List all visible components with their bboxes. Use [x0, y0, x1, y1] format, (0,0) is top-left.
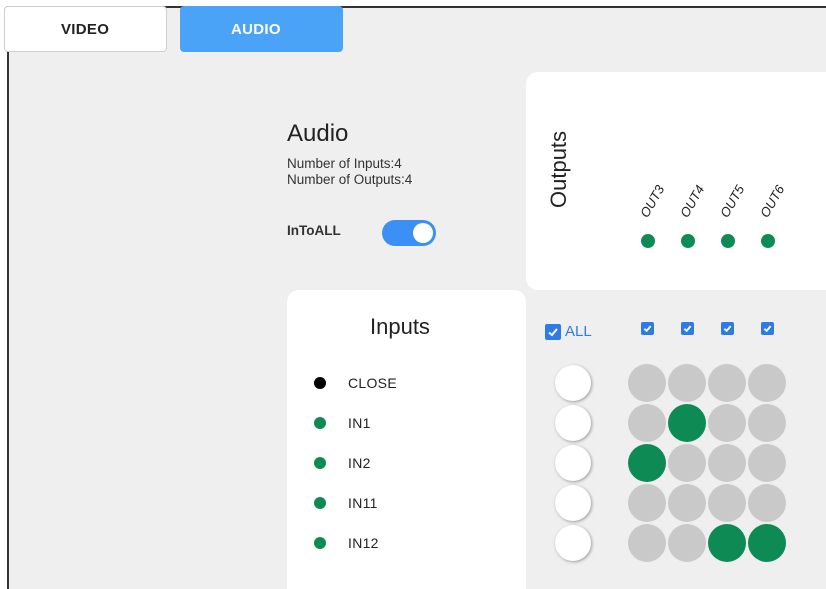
- matrix-cell[interactable]: [708, 444, 746, 482]
- matrix-cell[interactable]: [708, 484, 746, 522]
- intoall-label: InToALL: [287, 223, 341, 238]
- intoall-toggle[interactable]: [382, 220, 436, 246]
- input-status-dot-icon: [314, 377, 326, 389]
- number-of-outputs: Number of Outputs:4: [287, 172, 413, 187]
- input-status-dot-icon: [314, 497, 326, 509]
- tab-video[interactable]: VIDEO: [4, 6, 167, 52]
- matrix-cell[interactable]: [628, 404, 666, 442]
- row-select-button[interactable]: [555, 525, 591, 561]
- number-of-inputs: Number of Inputs:4: [287, 156, 402, 171]
- output-status-dot-icon: [641, 234, 655, 248]
- column-checkbox-out3[interactable]: [641, 322, 654, 335]
- toggle-knob: [413, 223, 433, 243]
- matrix-cell[interactable]: [628, 524, 666, 562]
- row-select-button[interactable]: [555, 365, 591, 401]
- input-label-in2[interactable]: IN2: [348, 455, 371, 471]
- matrix-cell[interactable]: [628, 484, 666, 522]
- checkmark-icon: [683, 325, 692, 333]
- output-status-dot-icon: [761, 234, 775, 248]
- matrix-cell[interactable]: [748, 364, 786, 402]
- column-checkbox-out6[interactable]: [761, 322, 774, 335]
- checkmark-icon: [763, 325, 772, 333]
- checkmark-icon: [643, 325, 652, 333]
- input-label-close[interactable]: CLOSE: [348, 375, 397, 391]
- input-label-in1[interactable]: IN1: [348, 415, 371, 431]
- row-select-button[interactable]: [555, 445, 591, 481]
- matrix-cell[interactable]: [748, 524, 786, 562]
- checkmark-icon: [548, 328, 558, 337]
- matrix-cell[interactable]: [748, 404, 786, 442]
- column-checkbox-out4[interactable]: [681, 322, 694, 335]
- audio-title: Audio: [287, 120, 349, 147]
- matrix-cell[interactable]: [628, 364, 666, 402]
- matrix-cell[interactable]: [708, 524, 746, 562]
- row-select-button[interactable]: [555, 485, 591, 521]
- checkmark-icon: [723, 325, 732, 333]
- all-label[interactable]: ALL: [565, 323, 592, 340]
- inputs-title: Inputs: [370, 314, 430, 339]
- matrix-cell[interactable]: [628, 444, 666, 482]
- matrix-cell[interactable]: [708, 364, 746, 402]
- input-status-dot-icon: [314, 457, 326, 469]
- all-checkbox[interactable]: [545, 324, 561, 340]
- matrix-cell[interactable]: [668, 484, 706, 522]
- tab-audio-label: AUDIO: [231, 21, 281, 38]
- tab-video-label: VIDEO: [61, 21, 110, 38]
- matrix-cell[interactable]: [668, 524, 706, 562]
- output-status-dot-icon: [681, 234, 695, 248]
- matrix-cell[interactable]: [668, 364, 706, 402]
- output-status-dot-icon: [721, 234, 735, 248]
- matrix-cell[interactable]: [668, 444, 706, 482]
- tab-audio[interactable]: AUDIO: [180, 6, 343, 52]
- input-status-dot-icon: [314, 417, 326, 429]
- matrix-cell[interactable]: [668, 404, 706, 442]
- row-select-button[interactable]: [555, 405, 591, 441]
- input-label-in11[interactable]: IN11: [348, 495, 378, 511]
- column-checkbox-out5[interactable]: [721, 322, 734, 335]
- matrix-cell[interactable]: [748, 484, 786, 522]
- matrix-cell[interactable]: [748, 444, 786, 482]
- outputs-title: Outputs: [546, 130, 571, 208]
- input-label-in12[interactable]: IN12: [348, 535, 379, 551]
- matrix-cell[interactable]: [708, 404, 746, 442]
- input-status-dot-icon: [314, 537, 326, 549]
